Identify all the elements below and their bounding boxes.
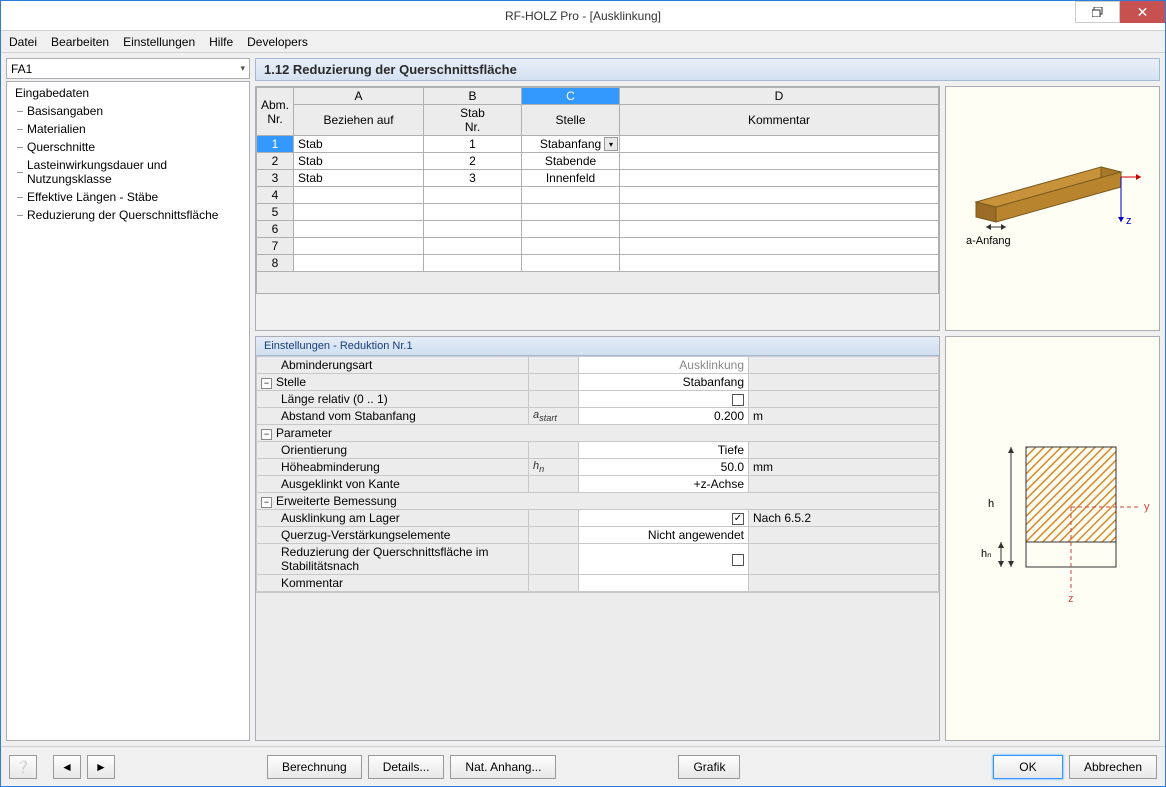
col-subheader[interactable]: Beziehen auf xyxy=(294,105,424,136)
details-button[interactable]: Details... xyxy=(368,755,445,779)
table-row[interactable]: 6 xyxy=(257,221,939,238)
chevron-down-icon: ▾ xyxy=(240,63,245,74)
col-header[interactable]: D xyxy=(620,88,939,105)
preview-3d: a-Anfang z xyxy=(945,86,1160,331)
svg-text:y: y xyxy=(1144,501,1150,513)
next-button[interactable]: ► xyxy=(87,755,115,779)
tree-item[interactable]: Effektive Längen - Stäbe xyxy=(7,188,249,206)
help-icon: ❔ xyxy=(16,760,31,774)
restore-icon xyxy=(1092,7,1104,17)
collapse-icon: − xyxy=(261,378,272,389)
cross-section-icon: h hₙ y z xyxy=(946,417,1161,637)
collapse-icon: − xyxy=(261,497,272,508)
chevron-down-icon[interactable]: ▾ xyxy=(604,137,618,151)
col-header[interactable]: C xyxy=(522,88,620,105)
diagram-label: a-Anfang xyxy=(966,235,1011,247)
menu-developers[interactable]: Developers xyxy=(247,35,308,49)
properties-panel: Einstellungen - Reduktion Nr.1 Abminderu… xyxy=(255,336,940,741)
nav-tree[interactable]: Eingabedaten Basisangaben Materialien Qu… xyxy=(6,81,250,741)
menu-help[interactable]: Hilfe xyxy=(209,35,233,49)
arrow-left-icon: ◄ xyxy=(61,760,73,774)
close-icon: ✕ xyxy=(1137,4,1149,21)
menubar: Datei Bearbeiten Einstellungen Hilfe Dev… xyxy=(1,31,1165,53)
col-header[interactable]: A xyxy=(294,88,424,105)
svg-text:z: z xyxy=(1068,593,1074,605)
properties-title: Einstellungen - Reduktion Nr.1 xyxy=(256,337,939,356)
col-subheader[interactable]: StabNr. xyxy=(424,105,522,136)
titlebar: RF-HOLZ Pro - [Ausklinkung] ✕ xyxy=(1,1,1165,31)
help-button[interactable]: ❔ xyxy=(9,755,37,779)
main-grid[interactable]: Abm.Nr. A B C D Beziehen auf StabNr. Ste… xyxy=(255,86,940,331)
table-row[interactable]: 7 xyxy=(257,238,939,255)
table-row[interactable]: 2Stab2Stabende xyxy=(257,153,939,170)
collapse-icon: − xyxy=(261,429,272,440)
svg-text:h: h xyxy=(988,498,994,510)
ok-button[interactable]: OK xyxy=(993,755,1063,779)
menu-settings[interactable]: Einstellungen xyxy=(123,35,195,49)
col-subheader[interactable]: Kommentar xyxy=(620,105,939,136)
window-title: RF-HOLZ Pro - [Ausklinkung] xyxy=(505,9,661,23)
nat-anhang-button[interactable]: Nat. Anhang... xyxy=(450,755,556,779)
grafik-button[interactable]: Grafik xyxy=(678,755,740,779)
close-button[interactable]: ✕ xyxy=(1120,1,1165,23)
preview-section: h hₙ y z xyxy=(945,336,1160,741)
checkbox-checked: ✓ xyxy=(732,513,744,525)
table-row[interactable]: 1 Stab 1 Stabanfang▾ xyxy=(257,136,939,153)
z-axis-label: z xyxy=(1126,215,1132,227)
calc-button[interactable]: Berechnung xyxy=(267,755,362,779)
svg-text:hₙ: hₙ xyxy=(981,548,992,560)
table-row[interactable]: 8 xyxy=(257,255,939,272)
table-row[interactable]: 5 xyxy=(257,204,939,221)
tree-item[interactable]: Querschnitte xyxy=(7,138,249,156)
tree-root[interactable]: Eingabedaten xyxy=(7,84,249,102)
cancel-button[interactable]: Abbrechen xyxy=(1069,755,1157,779)
table-row[interactable]: 3Stab3Innenfeld xyxy=(257,170,939,187)
tree-item[interactable]: Lasteinwirkungsdauer und Nutzungsklasse xyxy=(7,156,249,188)
checkbox-unchecked xyxy=(732,394,744,406)
col-subheader[interactable]: Stelle xyxy=(522,105,620,136)
app-window: RF-HOLZ Pro - [Ausklinkung] ✕ Datei Bear… xyxy=(0,0,1166,787)
tree-item[interactable]: Materialien xyxy=(7,120,249,138)
prev-button[interactable]: ◄ xyxy=(53,755,81,779)
tree-item[interactable]: Reduzierung der Querschnittsfläche xyxy=(7,206,249,224)
footer: ❔ ◄ ► Berechnung Details... Nat. Anhang.… xyxy=(1,746,1165,786)
table-row[interactable]: 4 xyxy=(257,187,939,204)
menu-edit[interactable]: Bearbeiten xyxy=(51,35,109,49)
restore-button[interactable] xyxy=(1075,1,1120,23)
section-title: 1.12 Reduzierung der Querschnittsfläche xyxy=(255,58,1160,81)
col-header[interactable]: B xyxy=(424,88,522,105)
tree-item[interactable]: Basisangaben xyxy=(7,102,249,120)
arrow-right-icon: ► xyxy=(95,760,107,774)
case-combo-value: FA1 xyxy=(11,62,32,76)
checkbox-unchecked xyxy=(732,554,744,566)
case-combo[interactable]: FA1 ▾ xyxy=(6,58,250,79)
menu-file[interactable]: Datei xyxy=(9,35,37,49)
